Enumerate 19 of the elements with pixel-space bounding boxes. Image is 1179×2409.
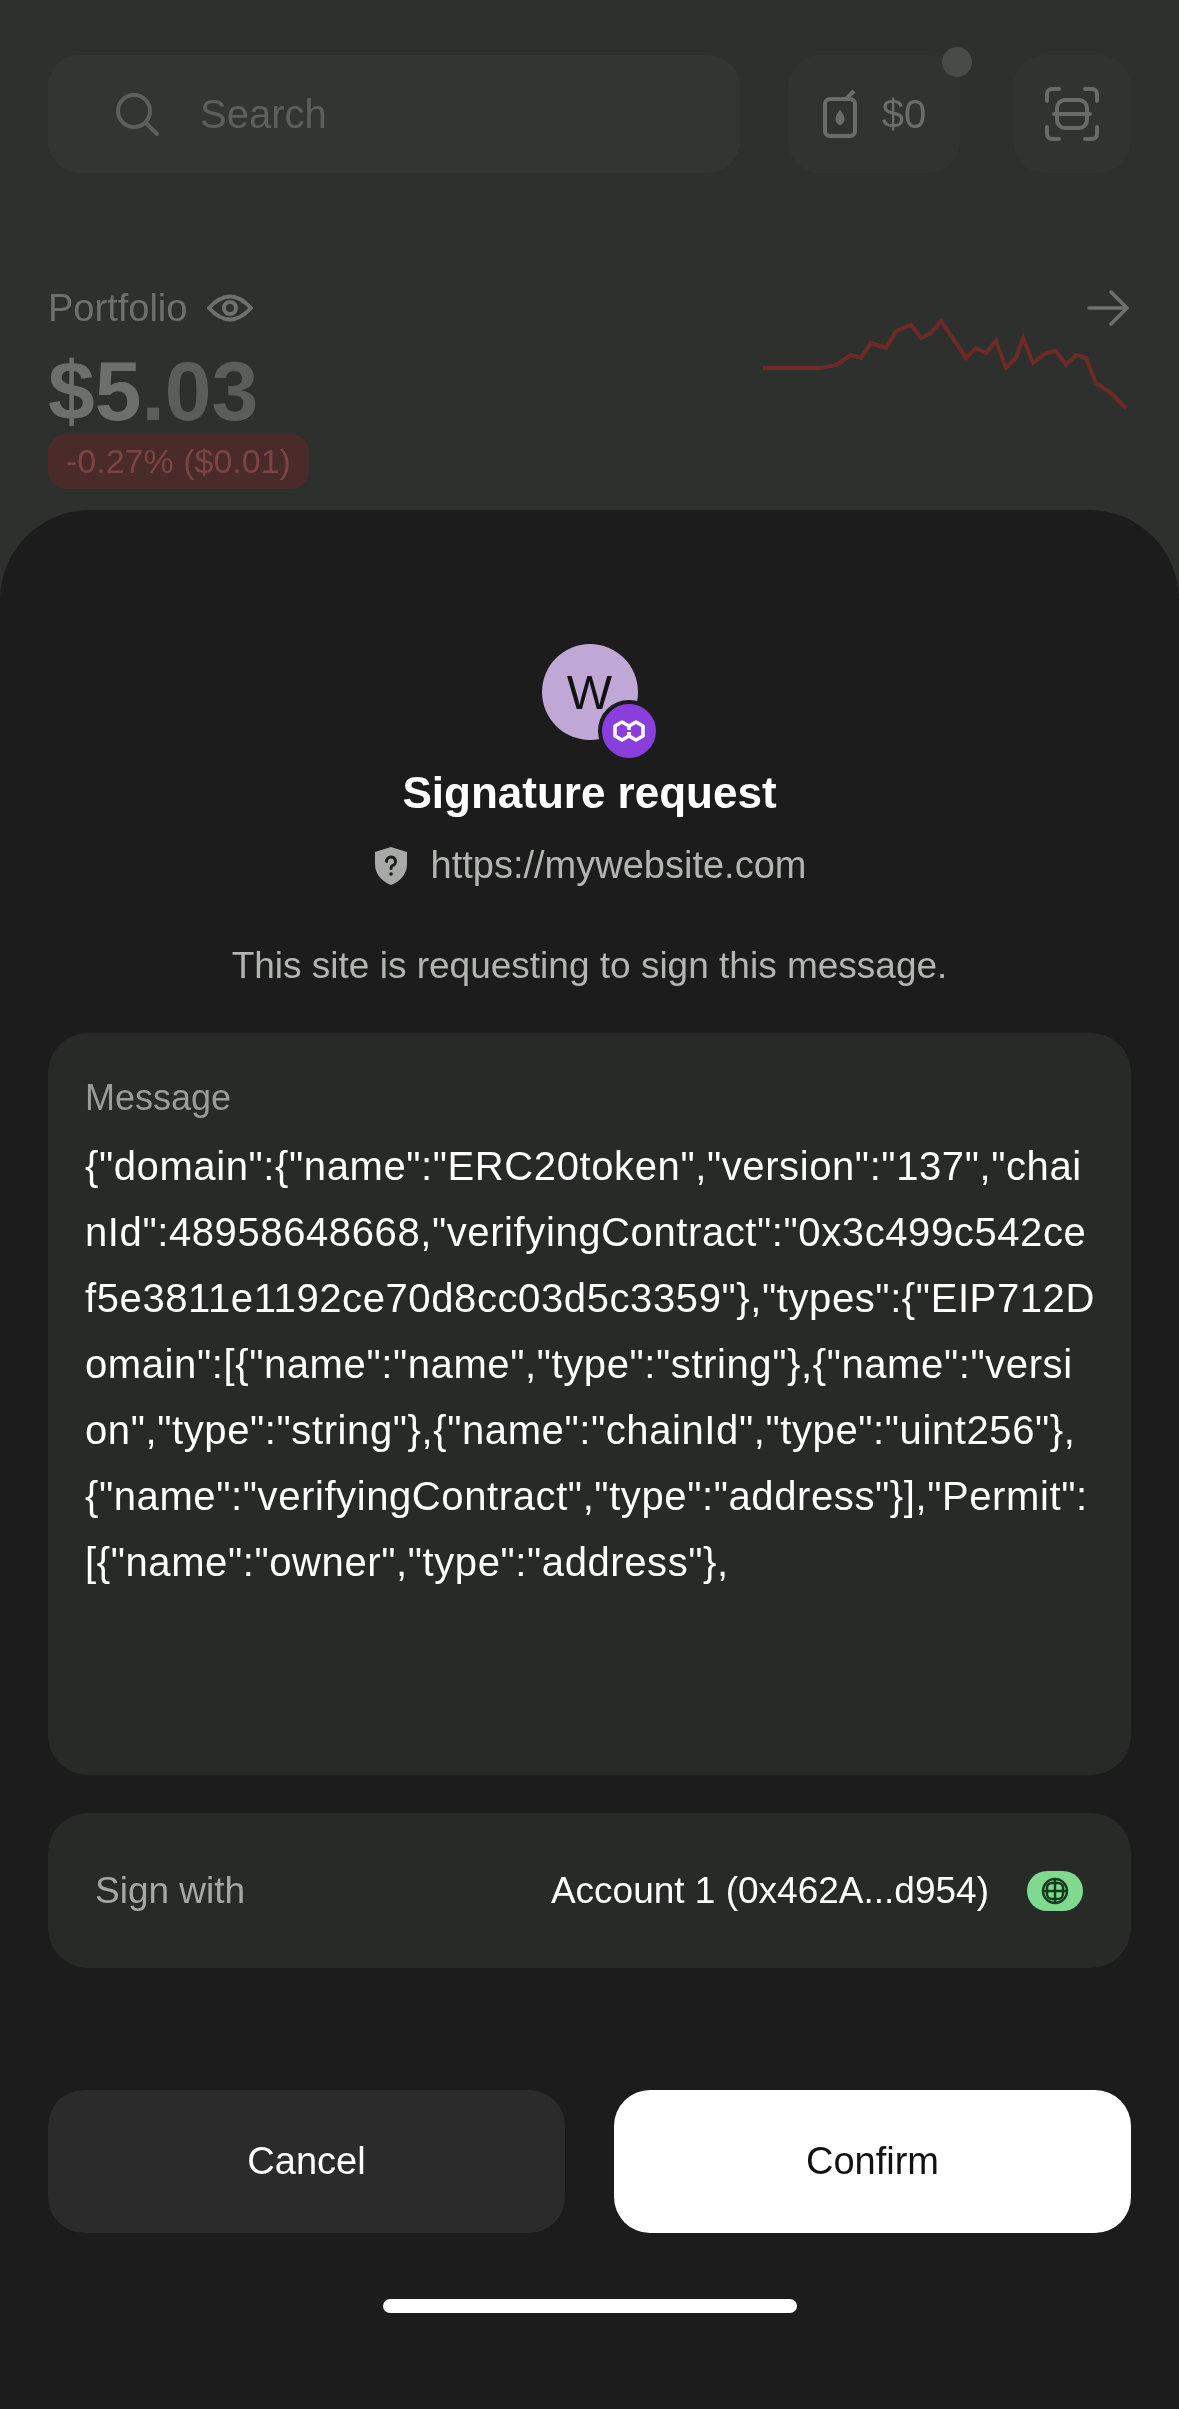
portfolio-label: Portfolio xyxy=(48,286,188,330)
request-description: This site is requesting to sign this message. xyxy=(231,945,948,987)
account-name: Account 1 (0x462A...d954) xyxy=(550,1869,989,1912)
confirm-button[interactable]: Confirm xyxy=(614,2090,1131,2233)
chain-link-icon xyxy=(611,717,646,745)
sign-with-label: Sign with xyxy=(95,1869,246,1912)
message-label: Message xyxy=(85,1077,233,1119)
search-icon xyxy=(114,91,160,137)
sheet-title: Signature request xyxy=(402,768,777,818)
arrow-right-icon[interactable] xyxy=(1087,290,1131,326)
cancel-button[interactable]: Cancel xyxy=(48,2090,565,2233)
notification-dot xyxy=(942,47,972,77)
eye-icon[interactable] xyxy=(207,293,254,323)
shield-question-icon xyxy=(372,845,409,886)
scan-icon xyxy=(1044,86,1100,142)
site-url: https://mywebsite.com xyxy=(430,844,807,887)
fuel-can-icon xyxy=(821,89,860,139)
sign-with-row[interactable]: Sign with Account 1 (0x462A...d954) xyxy=(48,1813,1131,1968)
message-text: {"domain":{"name":"ERC20token","version":"137","chainId":48958648668,"verifyingContract":"0x3c499c542cef5e3811e1192ce70d8cc03d5c3359"},"types":{"EIP712Domain":[{"name":"name","type":"string"},{"name":"version","type":"string"},{"name":"chainId","type":"uint256"},{"name":"verifyingContract","type":"address"}],"Permit":[{"name":"owner","type":"address"}, xyxy=(85,1143,1095,1586)
